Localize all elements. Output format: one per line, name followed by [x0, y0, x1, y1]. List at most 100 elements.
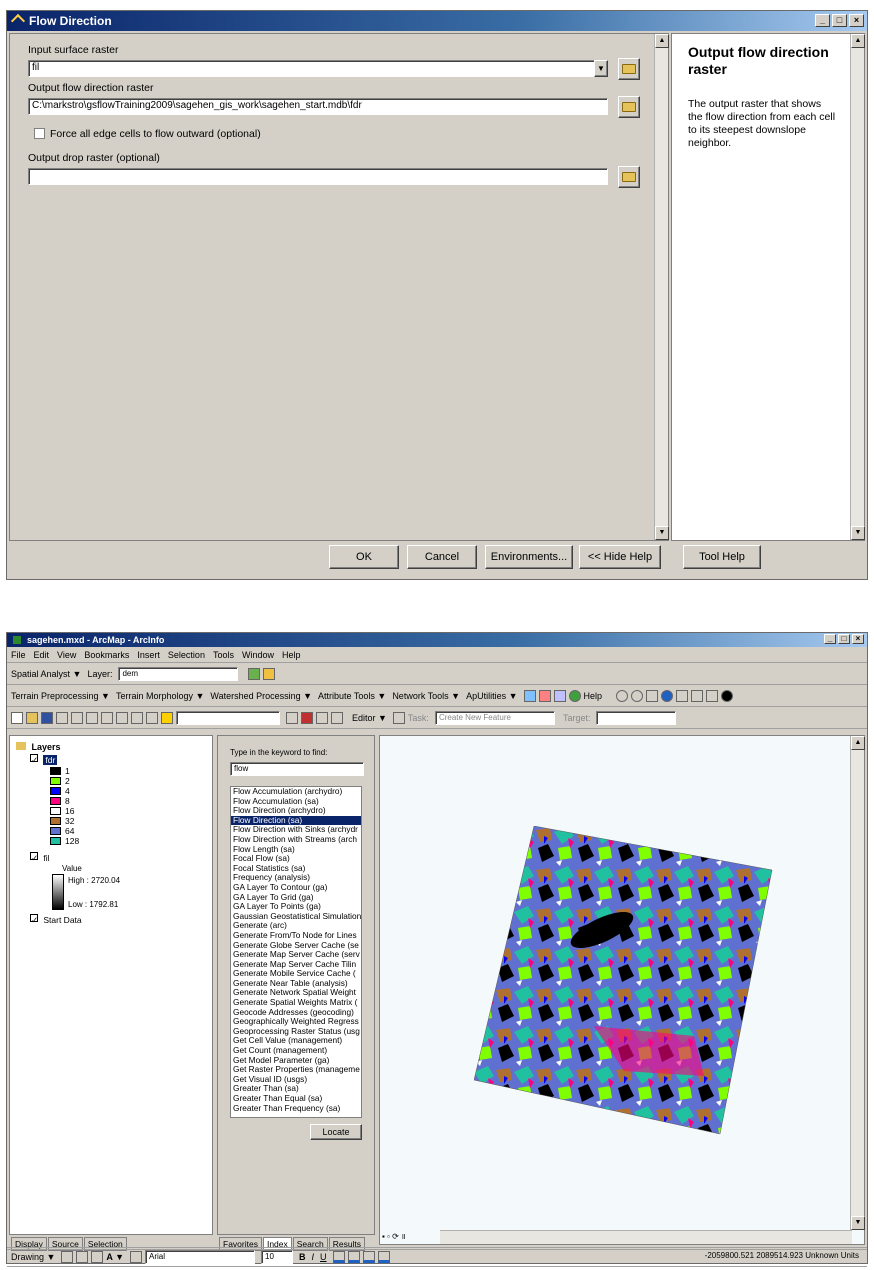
cut-icon[interactable] — [71, 711, 83, 724]
tool-list-item[interactable]: Flow Accumulation (archydro) — [231, 787, 361, 797]
tool-list-item[interactable]: GA Layer To Grid (ga) — [231, 893, 361, 903]
locate-button[interactable]: Locate — [310, 1124, 362, 1140]
menu-insert[interactable]: Insert — [137, 650, 160, 660]
terrain-morphology-menu[interactable]: Terrain Morphology ▼ — [116, 691, 204, 701]
toc-layer-fil[interactable]: ✓ fil — [30, 852, 50, 863]
close-icon[interactable]: × — [852, 634, 864, 644]
toc-layer-start-data[interactable]: ✓ Start Data — [30, 914, 82, 925]
open-icon[interactable] — [26, 711, 38, 724]
cancel-button[interactable]: Cancel — [407, 545, 477, 569]
spatial-analyst-menu[interactable]: Spatial Analyst ▼ — [11, 669, 81, 679]
tool-list-item[interactable]: Flow Direction (sa) — [231, 815, 361, 826]
scroll-up-icon[interactable]: ▲ — [851, 736, 865, 750]
tool-list-item[interactable]: Generate Network Spatial Weight — [231, 988, 361, 998]
contour-icon[interactable] — [263, 667, 276, 680]
output-drop-browse-button[interactable] — [618, 166, 640, 188]
legend-swatch[interactable] — [50, 797, 61, 805]
zoom-out-icon[interactable] — [631, 689, 644, 702]
editor-toolbar-icon[interactable] — [286, 711, 298, 724]
tool-list-item[interactable]: Get Cell Value (management) — [231, 1036, 361, 1046]
toc-layer-fdr[interactable]: ✓ fdr — [30, 754, 58, 765]
tool-list-item[interactable]: Generate Map Server Cache (serv — [231, 950, 361, 960]
map-view[interactable]: ▲ ▼ ▪ ▫ ⟳ ॥ — [379, 735, 865, 1245]
tool-list-item[interactable]: Geoprocessing Raster Status (usg — [231, 1027, 361, 1037]
tool-list-item[interactable]: Greater Than Equal (sa) — [231, 1094, 361, 1104]
watershed-processing-menu[interactable]: Watershed Processing ▼ — [210, 691, 312, 701]
input-surface-field[interactable]: fil — [28, 60, 602, 77]
globe-icon[interactable] — [568, 689, 581, 702]
layer-select[interactable]: dem — [118, 666, 239, 681]
menu-view[interactable]: View — [57, 650, 76, 660]
forward-icon[interactable] — [691, 689, 704, 702]
tool-list-item[interactable]: Flow Length (sa) — [231, 845, 361, 855]
fil-checkbox[interactable]: ✓ — [30, 852, 38, 863]
legend-swatch[interactable] — [50, 807, 61, 815]
undo-icon[interactable] — [131, 711, 143, 724]
tool-list-item[interactable]: Greater Than (sa) — [231, 1084, 361, 1094]
delete-icon[interactable] — [116, 711, 128, 724]
environments-button[interactable]: Environments... — [485, 545, 573, 569]
add-data-icon[interactable] — [161, 711, 173, 724]
menu-window[interactable]: Window — [242, 650, 274, 660]
tool-list-item[interactable]: Flow Direction (archydro) — [231, 806, 361, 816]
histogram-icon[interactable] — [248, 667, 261, 680]
scroll-down-icon[interactable]: ▼ — [851, 526, 865, 540]
back-icon[interactable] — [676, 689, 689, 702]
minimize-icon[interactable]: _ — [824, 634, 836, 644]
help-link[interactable]: Help — [584, 691, 603, 701]
task-select[interactable]: Create New Feature — [434, 710, 555, 725]
copy-icon[interactable] — [86, 711, 98, 724]
tool-list-item[interactable]: Generate Mobile Service Cache ( — [231, 969, 361, 979]
tool-list-item[interactable]: Flow Accumulation (sa) — [231, 797, 361, 807]
tool-list-item[interactable]: Generate Map Server Cache Tilin — [231, 960, 361, 970]
target-select[interactable] — [596, 710, 677, 725]
tool-list-item[interactable]: Get Count (management) — [231, 1046, 361, 1056]
arcmap-titlebar[interactable]: sagehen.mxd - ArcMap - ArcInfo _ □ × — [7, 633, 867, 647]
legend-swatch[interactable] — [50, 827, 61, 835]
point-delineation-icon[interactable] — [538, 689, 551, 702]
tool-list-item[interactable]: Generate Near Table (analysis) — [231, 979, 361, 989]
search-input[interactable]: flow — [230, 762, 364, 776]
tool-list-item[interactable]: Get Model Parameter (ga) — [231, 1056, 361, 1066]
save-icon[interactable] — [41, 711, 53, 724]
minimize-icon[interactable]: _ — [815, 14, 830, 27]
new-icon[interactable] — [11, 711, 23, 724]
full-extent-icon[interactable] — [661, 689, 674, 702]
tool-help-button[interactable]: Tool Help — [683, 545, 761, 569]
output-flowdir-field[interactable]: C:\markstro\gsflowTraining2009\sagehen_g… — [28, 98, 608, 115]
maximize-icon[interactable]: □ — [838, 634, 850, 644]
tool-list-item[interactable]: GA Layer To Points (ga) — [231, 902, 361, 912]
tool-list-item[interactable]: Flow Direction with Sinks (archydr — [231, 825, 361, 835]
scroll-down-icon[interactable]: ▼ — [655, 526, 669, 540]
hide-help-button[interactable]: << Hide Help — [579, 545, 661, 569]
tool-list-item[interactable]: Focal Statistics (sa) — [231, 864, 361, 874]
tool-list-item[interactable]: Generate From/To Node for Lines — [231, 931, 361, 941]
scroll-up-icon[interactable]: ▲ — [655, 34, 669, 48]
aputilities-menu[interactable]: ApUtilities ▼ — [466, 691, 517, 701]
tool-list-item[interactable]: Flow Direction with Streams (arch — [231, 835, 361, 845]
close-icon[interactable]: × — [849, 14, 864, 27]
ok-button[interactable]: OK — [329, 545, 399, 569]
tool-list-item[interactable]: Get Raster Properties (manageme — [231, 1065, 361, 1075]
identify-icon[interactable] — [721, 689, 734, 702]
scroll-down-icon[interactable]: ▼ — [851, 1216, 865, 1230]
output-drop-field[interactable] — [28, 168, 608, 185]
tool-list-item[interactable]: Get Visual ID (usgs) — [231, 1075, 361, 1085]
output-flowdir-browse-button[interactable] — [618, 96, 640, 118]
batch-icon[interactable] — [553, 689, 566, 702]
menu-help[interactable]: Help — [282, 650, 301, 660]
tool-list-item[interactable]: Generate Spatial Weights Matrix ( — [231, 998, 361, 1008]
legend-swatch[interactable] — [50, 777, 61, 785]
zoom-in-icon[interactable] — [616, 689, 629, 702]
tool-list-item[interactable]: Greater Than Frequency (sa) — [231, 1104, 361, 1114]
menu-bookmarks[interactable]: Bookmarks — [84, 650, 129, 660]
tool-list-item[interactable]: GA Layer To Contour (ga) — [231, 883, 361, 893]
print-icon[interactable] — [56, 711, 68, 724]
menu-selection[interactable]: Selection — [168, 650, 205, 660]
input-surface-browse-button[interactable] — [618, 58, 640, 80]
attribute-tools-menu[interactable]: Attribute Tools ▼ — [318, 691, 386, 701]
tool-list-item[interactable]: Generate Globe Server Cache (se — [231, 941, 361, 951]
legend-swatch[interactable] — [50, 817, 61, 825]
sketch-tool-icon[interactable] — [392, 711, 405, 724]
menu-file[interactable]: File — [11, 650, 26, 660]
